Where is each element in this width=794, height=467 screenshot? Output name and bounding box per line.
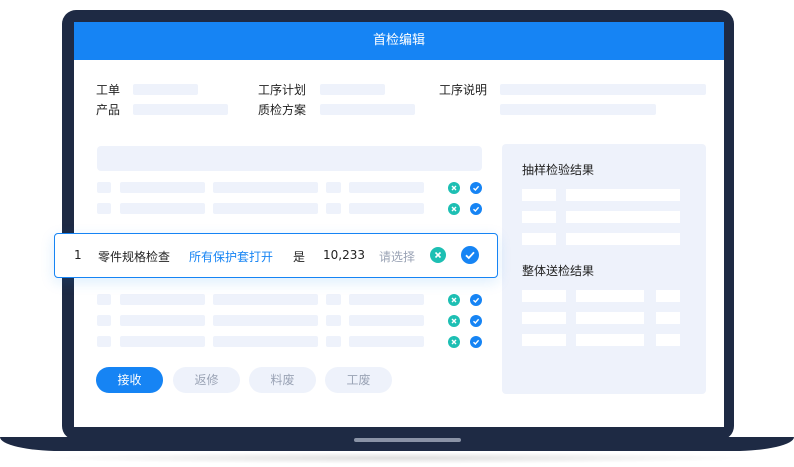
row-item-name: 零件规格检查 [98,250,171,264]
reject-icon[interactable] [448,315,460,327]
process-desc-label: 工序说明 [439,83,488,97]
row-standard-link[interactable]: 所有保护套打开 [189,248,273,265]
work-order-label: 工单 [96,83,121,97]
product-field[interactable] [133,104,228,115]
material-scrap-button[interactable]: 料废 [249,367,316,393]
highlighted-table-row[interactable]: 1 零件规格检查 所有保护套打开 是 10,233 请选择 [54,233,498,278]
work-order-field[interactable] [133,84,198,95]
process-desc-field-2 [500,104,656,115]
inspection-plan-field[interactable] [320,104,415,115]
accept-icon[interactable] [461,246,479,264]
accept-icon[interactable] [470,294,482,306]
accept-icon[interactable] [470,203,482,215]
rework-button[interactable]: 返修 [173,367,240,393]
accept-icon[interactable] [470,182,482,194]
receive-button[interactable]: 接收 [96,367,163,393]
overall-result-title: 整体送检结果 [522,264,595,278]
process-plan-field[interactable] [320,84,385,95]
process-plan-label: 工序计划 [258,83,307,97]
process-desc-field[interactable] [500,84,706,95]
accept-icon[interactable] [470,336,482,348]
laptop-notch [354,438,461,442]
table-header [97,146,482,171]
app-screen: 首检编辑 工单 工序计划 工序说明 产品 质检方案 抽样检验结果 整体送检结果 … [74,22,724,427]
laptop-shadow [30,452,764,464]
row-value: 10,233 [323,248,365,262]
reject-icon[interactable] [448,182,460,194]
inspection-plan-label: 质检方案 [258,103,307,117]
row-result-select[interactable]: 请选择 [379,248,415,265]
sample-result-title: 抽样检验结果 [522,163,595,177]
row-index: 1 [74,248,82,262]
row-flag: 是 [293,250,306,264]
reject-icon[interactable] [448,203,460,215]
reject-icon[interactable] [448,336,460,348]
accept-icon[interactable] [470,315,482,327]
window-title: 首检编辑 [74,22,724,60]
product-label: 产品 [96,103,121,117]
reject-icon[interactable] [448,294,460,306]
result-panel: 抽样检验结果 整体送检结果 [502,144,706,394]
reject-icon[interactable] [430,247,446,263]
work-scrap-button[interactable]: 工废 [325,367,392,393]
